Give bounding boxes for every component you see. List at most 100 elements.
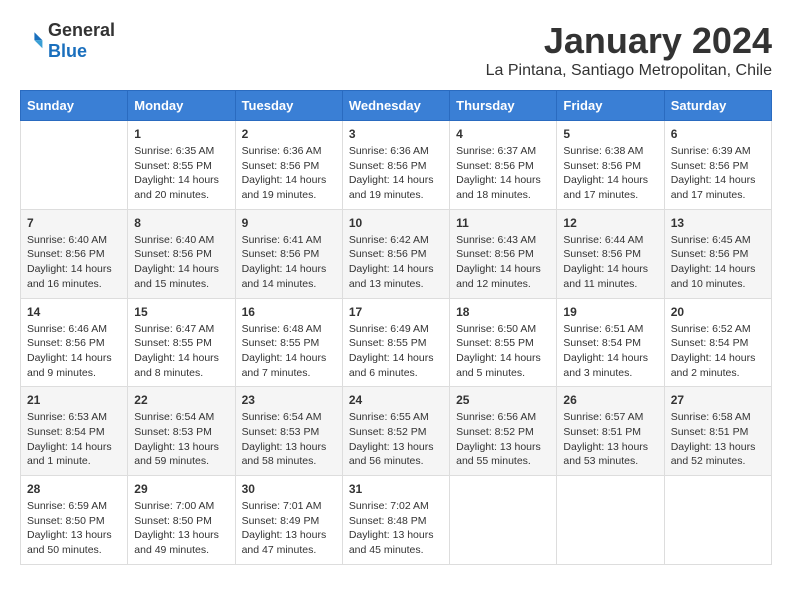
cell-w1-d1: 8Sunrise: 6:40 AM Sunset: 8:56 PM Daylig… xyxy=(128,209,235,298)
cell-w0-d0 xyxy=(21,121,128,210)
cell-w4-d5 xyxy=(557,476,664,565)
day-detail: Sunrise: 6:59 AM Sunset: 8:50 PM Dayligh… xyxy=(27,499,121,558)
day-number: 7 xyxy=(27,216,121,230)
day-detail: Sunrise: 6:55 AM Sunset: 8:52 PM Dayligh… xyxy=(349,410,443,469)
day-number: 28 xyxy=(27,482,121,496)
day-detail: Sunrise: 6:54 AM Sunset: 8:53 PM Dayligh… xyxy=(134,410,228,469)
day-detail: Sunrise: 6:52 AM Sunset: 8:54 PM Dayligh… xyxy=(671,322,765,381)
cell-w3-d6: 27 Sunrise: 6:58 AM Sunset: 8:51 PM Dayli… xyxy=(664,387,771,476)
cell-w0-d6: 6Sunrise: 6:39 AM Sunset: 8:56 PM Daylig… xyxy=(664,121,771,210)
day-number: 31 xyxy=(349,482,443,496)
day-detail: Sunrise: 7:01 AM Sunset: 8:49 PM Dayligh… xyxy=(242,499,336,558)
cell-w4-d1: 29 Sunrise: 7:00 AM Sunset: 8:50 PM Dayli… xyxy=(128,476,235,565)
cell-w1-d2: 9 Sunrise: 6:41 AM Sunset: 8:56 PM Daylig… xyxy=(235,209,342,298)
cell-w2-d5: 19Sunrise: 6:51 AM Sunset: 8:54 PM Dayli… xyxy=(557,298,664,387)
day-detail: Sunrise: 6:56 AM Sunset: 8:52 PM Dayligh… xyxy=(456,410,550,469)
day-detail: Sunrise: 6:47 AM Sunset: 8:55 PM Dayligh… xyxy=(134,322,228,381)
cell-w3-d2: 23 Sunrise: 6:54 AM Sunset: 8:53 PM Dayli… xyxy=(235,387,342,476)
day-number: 16 xyxy=(242,305,336,319)
logo-blue: Blue xyxy=(48,41,87,61)
day-number: 29 xyxy=(134,482,228,496)
cell-w3-d5: 26 Sunrise: 6:57 AM Sunset: 8:51 PM Dayli… xyxy=(557,387,664,476)
day-number: 23 xyxy=(242,393,336,407)
day-detail: Sunrise: 6:46 AM Sunset: 8:56 PM Dayligh… xyxy=(27,322,121,381)
day-number: 21 xyxy=(27,393,121,407)
cell-w2-d2: 16Sunrise: 6:48 AM Sunset: 8:55 PM Dayli… xyxy=(235,298,342,387)
cell-w2-d4: 18 Sunrise: 6:50 AM Sunset: 8:55 PM Dayli… xyxy=(450,298,557,387)
calendar-table: Sunday Monday Tuesday Wednesday Thursday… xyxy=(20,90,772,565)
cell-w4-d2: 30 Sunrise: 7:01 AM Sunset: 8:49 PM Dayli… xyxy=(235,476,342,565)
cell-w1-d0: 7 Sunrise: 6:40 AM Sunset: 8:56 PM Daylig… xyxy=(21,209,128,298)
day-detail: Sunrise: 6:44 AM Sunset: 8:56 PM Dayligh… xyxy=(563,233,657,292)
day-detail: Sunrise: 7:00 AM Sunset: 8:50 PM Dayligh… xyxy=(134,499,228,558)
day-number: 2 xyxy=(242,127,336,141)
day-number: 25 xyxy=(456,393,550,407)
day-detail: Sunrise: 6:41 AM Sunset: 8:56 PM Dayligh… xyxy=(242,233,336,292)
cell-w0-d2: 2Sunrise: 6:36 AM Sunset: 8:56 PM Daylig… xyxy=(235,121,342,210)
cell-w3-d4: 25 Sunrise: 6:56 AM Sunset: 8:52 PM Dayli… xyxy=(450,387,557,476)
week-row-1: 7 Sunrise: 6:40 AM Sunset: 8:56 PM Daylig… xyxy=(21,209,772,298)
cell-w3-d3: 24 Sunrise: 6:55 AM Sunset: 8:52 PM Dayli… xyxy=(342,387,449,476)
day-number: 5 xyxy=(563,127,657,141)
day-detail: Sunrise: 6:49 AM Sunset: 8:55 PM Dayligh… xyxy=(349,322,443,381)
header: General Blue January 2024 La Pintana, Sa… xyxy=(20,20,772,80)
logo-text: General Blue xyxy=(48,20,115,62)
day-number: 3 xyxy=(349,127,443,141)
day-detail: Sunrise: 6:57 AM Sunset: 8:51 PM Dayligh… xyxy=(563,410,657,469)
cell-w4-d6 xyxy=(664,476,771,565)
logo-general: General xyxy=(48,20,115,40)
cell-w2-d6: 20Sunrise: 6:52 AM Sunset: 8:54 PM Dayli… xyxy=(664,298,771,387)
day-detail: Sunrise: 6:40 AM Sunset: 8:56 PM Dayligh… xyxy=(27,233,121,292)
header-row: Sunday Monday Tuesday Wednesday Thursday… xyxy=(21,91,772,121)
day-number: 10 xyxy=(349,216,443,230)
day-number: 22 xyxy=(134,393,228,407)
week-row-2: 14 Sunrise: 6:46 AM Sunset: 8:56 PM Dayli… xyxy=(21,298,772,387)
day-number: 18 xyxy=(456,305,550,319)
day-detail: Sunrise: 6:35 AM Sunset: 8:55 PM Dayligh… xyxy=(134,144,228,203)
cell-w2-d0: 14 Sunrise: 6:46 AM Sunset: 8:56 PM Dayli… xyxy=(21,298,128,387)
cell-w1-d3: 10 Sunrise: 6:42 AM Sunset: 8:56 PM Dayli… xyxy=(342,209,449,298)
week-row-0: 1 Sunrise: 6:35 AM Sunset: 8:55 PM Daylig… xyxy=(21,121,772,210)
cell-w0-d3: 3Sunrise: 6:36 AM Sunset: 8:56 PM Daylig… xyxy=(342,121,449,210)
header-friday: Friday xyxy=(557,91,664,121)
logo-icon xyxy=(20,29,44,53)
day-number: 9 xyxy=(242,216,336,230)
day-detail: Sunrise: 6:53 AM Sunset: 8:54 PM Dayligh… xyxy=(27,410,121,469)
day-number: 13 xyxy=(671,216,765,230)
header-wednesday: Wednesday xyxy=(342,91,449,121)
day-number: 1 xyxy=(134,127,228,141)
day-number: 14 xyxy=(27,305,121,319)
day-detail: Sunrise: 6:50 AM Sunset: 8:55 PM Dayligh… xyxy=(456,322,550,381)
day-number: 27 xyxy=(671,393,765,407)
title-area: January 2024 La Pintana, Santiago Metrop… xyxy=(486,20,772,80)
header-monday: Monday xyxy=(128,91,235,121)
header-tuesday: Tuesday xyxy=(235,91,342,121)
header-sunday: Sunday xyxy=(21,91,128,121)
cell-w1-d4: 11Sunrise: 6:43 AM Sunset: 8:56 PM Dayli… xyxy=(450,209,557,298)
day-detail: Sunrise: 6:58 AM Sunset: 8:51 PM Dayligh… xyxy=(671,410,765,469)
month-title: January 2024 xyxy=(486,20,772,62)
cell-w4-d0: 28 Sunrise: 6:59 AM Sunset: 8:50 PM Dayli… xyxy=(21,476,128,565)
day-number: 19 xyxy=(563,305,657,319)
day-number: 4 xyxy=(456,127,550,141)
cell-w1-d5: 12Sunrise: 6:44 AM Sunset: 8:56 PM Dayli… xyxy=(557,209,664,298)
cell-w2-d3: 17 Sunrise: 6:49 AM Sunset: 8:55 PM Dayli… xyxy=(342,298,449,387)
cell-w2-d1: 15Sunrise: 6:47 AM Sunset: 8:55 PM Dayli… xyxy=(128,298,235,387)
day-number: 17 xyxy=(349,305,443,319)
cell-w0-d5: 5Sunrise: 6:38 AM Sunset: 8:56 PM Daylig… xyxy=(557,121,664,210)
cell-w0-d4: 4Sunrise: 6:37 AM Sunset: 8:56 PM Daylig… xyxy=(450,121,557,210)
day-number: 26 xyxy=(563,393,657,407)
day-number: 6 xyxy=(671,127,765,141)
day-number: 24 xyxy=(349,393,443,407)
day-number: 8 xyxy=(134,216,228,230)
day-detail: Sunrise: 6:54 AM Sunset: 8:53 PM Dayligh… xyxy=(242,410,336,469)
cell-w4-d3: 31 Sunrise: 7:02 AM Sunset: 8:48 PM Dayli… xyxy=(342,476,449,565)
day-number: 30 xyxy=(242,482,336,496)
day-detail: Sunrise: 6:42 AM Sunset: 8:56 PM Dayligh… xyxy=(349,233,443,292)
cell-w4-d4 xyxy=(450,476,557,565)
week-row-4: 28 Sunrise: 6:59 AM Sunset: 8:50 PM Dayli… xyxy=(21,476,772,565)
cell-w0-d1: 1 Sunrise: 6:35 AM Sunset: 8:55 PM Daylig… xyxy=(128,121,235,210)
day-detail: Sunrise: 6:43 AM Sunset: 8:56 PM Dayligh… xyxy=(456,233,550,292)
day-detail: Sunrise: 7:02 AM Sunset: 8:48 PM Dayligh… xyxy=(349,499,443,558)
header-thursday: Thursday xyxy=(450,91,557,121)
